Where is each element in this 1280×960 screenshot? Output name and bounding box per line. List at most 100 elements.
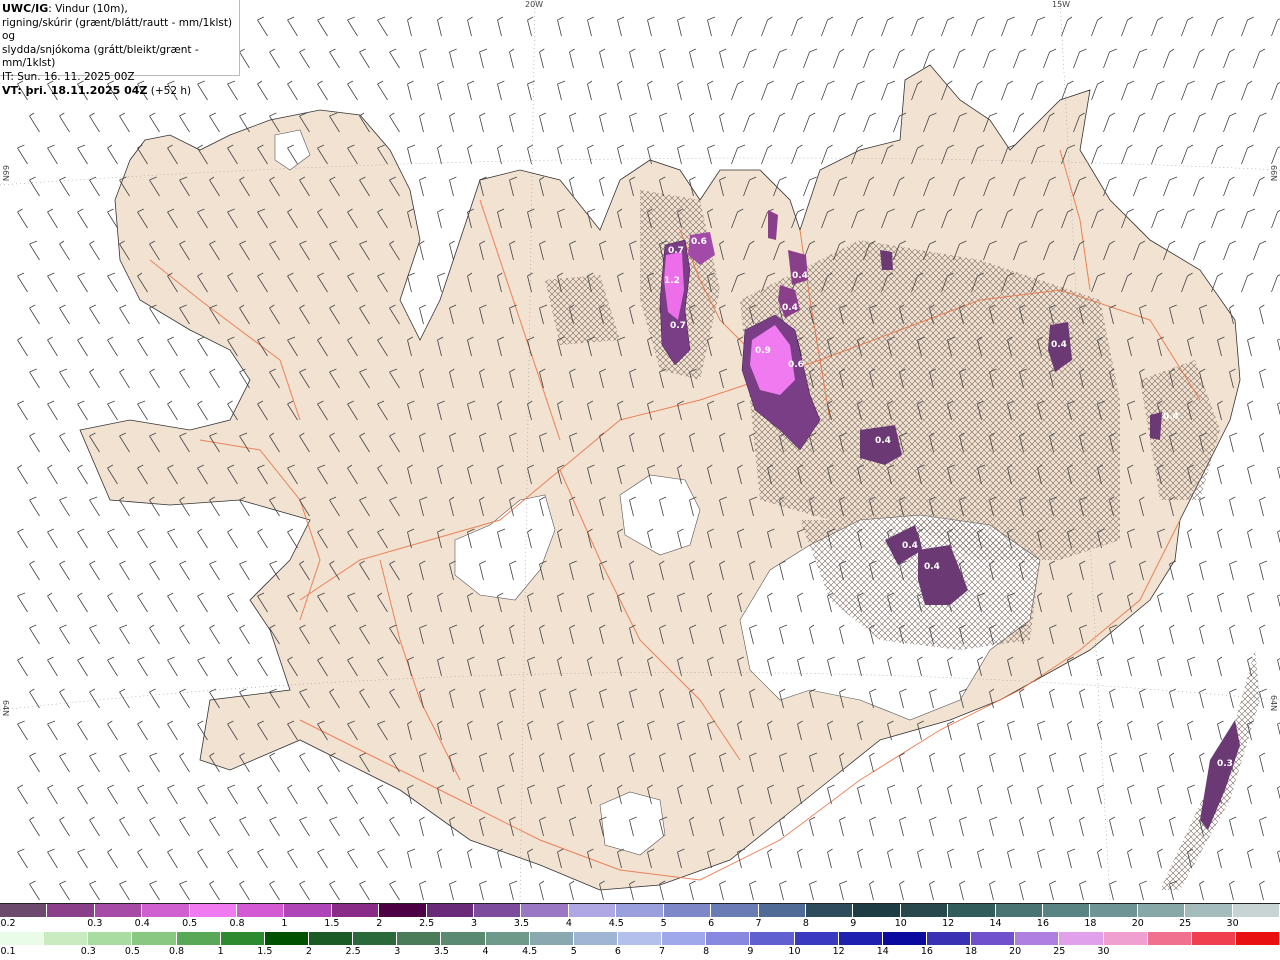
- precip-label: 0.7: [670, 321, 686, 331]
- colorbar-label: 1.5: [257, 946, 273, 957]
- colorbar-swatch: [662, 932, 707, 945]
- colorbar-swatch: [529, 932, 574, 945]
- colorbar-swatch: [284, 904, 332, 917]
- colorbar-swatch: [1185, 904, 1233, 917]
- colorbar-label: 18: [1084, 918, 1097, 929]
- colorbar-label: 2.5: [345, 946, 361, 957]
- colorbar-swatch: [706, 932, 751, 945]
- colorbar-swatch: [1147, 932, 1192, 945]
- precip-label: 0.6: [691, 237, 707, 247]
- colorbar-label: 5: [660, 918, 667, 929]
- colorbar-swatch: [711, 904, 759, 917]
- colorbar-swatch: [1235, 932, 1280, 945]
- colorbar-swatch: [1090, 904, 1138, 917]
- colorbar-label: 6: [614, 946, 621, 957]
- colorbar-label: 3.5: [433, 946, 449, 957]
- colorbar-swatch: [0, 904, 48, 917]
- colorbar-swatch: [616, 904, 664, 917]
- colorbar-swatch: [176, 932, 221, 945]
- colorbar-label: 18: [964, 946, 978, 957]
- precip-label: 0.7: [668, 246, 684, 256]
- precip-label: 0.4: [875, 436, 891, 446]
- colorbar-swatch: [142, 904, 190, 917]
- colorbar-label: 25: [1179, 918, 1192, 929]
- title-line2: rigning/skúrir (grænt/blátt/rautt - mm/1…: [2, 16, 233, 43]
- rain-colorbar-labels: 0.1 0.3 0.5 0.8 1 1.5 2 2.5 3 3.5 4 4.5 5 6 7 8 9 10 12 14 1…: [0, 946, 1280, 960]
- precip-label: 0.3: [1217, 759, 1233, 769]
- colorbar-label: 12: [942, 918, 955, 929]
- colorbar-label: 8: [703, 946, 710, 957]
- colorbar-label: 16: [920, 946, 933, 957]
- colorbar-swatch: [441, 932, 486, 945]
- colorbar-swatch: [308, 932, 354, 945]
- colorbar-label: 7: [659, 946, 666, 957]
- rain-colorbar: [0, 932, 1280, 945]
- colorbar-swatch: [485, 932, 530, 945]
- colorbar-swatch: [617, 932, 663, 945]
- colorbar-swatch: [331, 904, 380, 917]
- colorbar-swatch: [1042, 904, 1091, 917]
- precip-label: 0.4: [1163, 412, 1179, 422]
- lat-label-64n-left: 64N: [1, 700, 10, 717]
- lat-label-64n-right: 64N: [1269, 695, 1278, 712]
- colorbar-swatch: [663, 904, 712, 917]
- title-line1: : Vindur (10m),: [48, 3, 128, 15]
- precip-label: 0.4: [924, 562, 940, 572]
- precip-label: 0.4: [782, 303, 798, 313]
- colorbar-label: 0.2: [0, 918, 16, 929]
- colorbar-label: 10: [788, 946, 801, 957]
- colorbar-label: 5: [570, 946, 577, 957]
- colorbar-swatch: [971, 932, 1016, 945]
- colorbar-swatch: [882, 932, 927, 945]
- title-line3: slydda/snjókoma (grátt/bleikt/grænt - mm…: [2, 43, 199, 70]
- colorbar-label: 2: [376, 918, 383, 929]
- colorbar-label: 3: [471, 918, 478, 929]
- colorbar-swatch: [573, 932, 618, 945]
- colorbar-label: 4.5: [608, 918, 624, 929]
- colorbar-swatch: [1232, 904, 1280, 917]
- colorbar-label: 0.4: [134, 918, 150, 929]
- colorbar-label: 10: [894, 918, 907, 929]
- colorbar-swatch: [94, 904, 143, 917]
- colorbar-swatch: [948, 904, 996, 917]
- colorbar-swatch: [568, 904, 617, 917]
- colorbar-swatch: [1191, 932, 1236, 945]
- colorbar-label: 14: [876, 946, 889, 957]
- colorbar-label: 0.3: [80, 946, 96, 957]
- colorbar-label: 0.8: [229, 918, 245, 929]
- colorbar-label: 1: [281, 918, 288, 929]
- colorbar-label: 16: [1036, 918, 1049, 929]
- colorbar-label: 0.5: [182, 918, 198, 929]
- colorbar-swatch: [88, 932, 133, 945]
- colorbar-swatch: [189, 904, 238, 917]
- colorbar-swatch: [1059, 932, 1104, 945]
- precip-label: 0.6: [788, 360, 804, 370]
- colorbar-label: 0.5: [124, 946, 140, 957]
- colorbar-label: 0.8: [168, 946, 185, 957]
- colorbar-swatch: [995, 904, 1043, 917]
- colorbar-swatch: [794, 932, 839, 945]
- colorbar-swatch: [474, 904, 522, 917]
- colorbar-label: 8: [802, 918, 809, 929]
- weather-map: 0.7 0.6 1.2 0.7 0.9 0.6 0.4 0.4 0.4 0.4 …: [0, 0, 1280, 902]
- colorbar-label: 1: [217, 946, 224, 957]
- colorbar-swatch: [1015, 932, 1060, 945]
- colorbar-label: 12: [832, 946, 845, 957]
- colorbar-label: 30: [1097, 946, 1110, 957]
- colorbar-label: 0.1: [0, 946, 16, 957]
- colorbar-swatch: [900, 904, 949, 917]
- colorbar-swatch: [237, 904, 285, 917]
- model-name: UWC/IG: [2, 2, 49, 15]
- colorbar-swatch: [353, 932, 398, 945]
- init-time: IT: Sun. 16. 11. 2025 00Z: [2, 70, 135, 83]
- colorbar-label: 14: [989, 918, 1002, 929]
- colorbar-label: 30: [1226, 918, 1239, 929]
- precip-label: 0.4: [1051, 340, 1067, 350]
- colorbar-swatch: [397, 932, 442, 945]
- colorbar-swatch: [838, 932, 883, 945]
- colorbar-label: 25: [1053, 946, 1066, 957]
- colorbar-label: 4: [565, 918, 572, 929]
- colorbar-swatch: [1137, 904, 1186, 917]
- precip-label: 0.4: [902, 541, 918, 551]
- colorbar-label: 3.5: [513, 918, 530, 929]
